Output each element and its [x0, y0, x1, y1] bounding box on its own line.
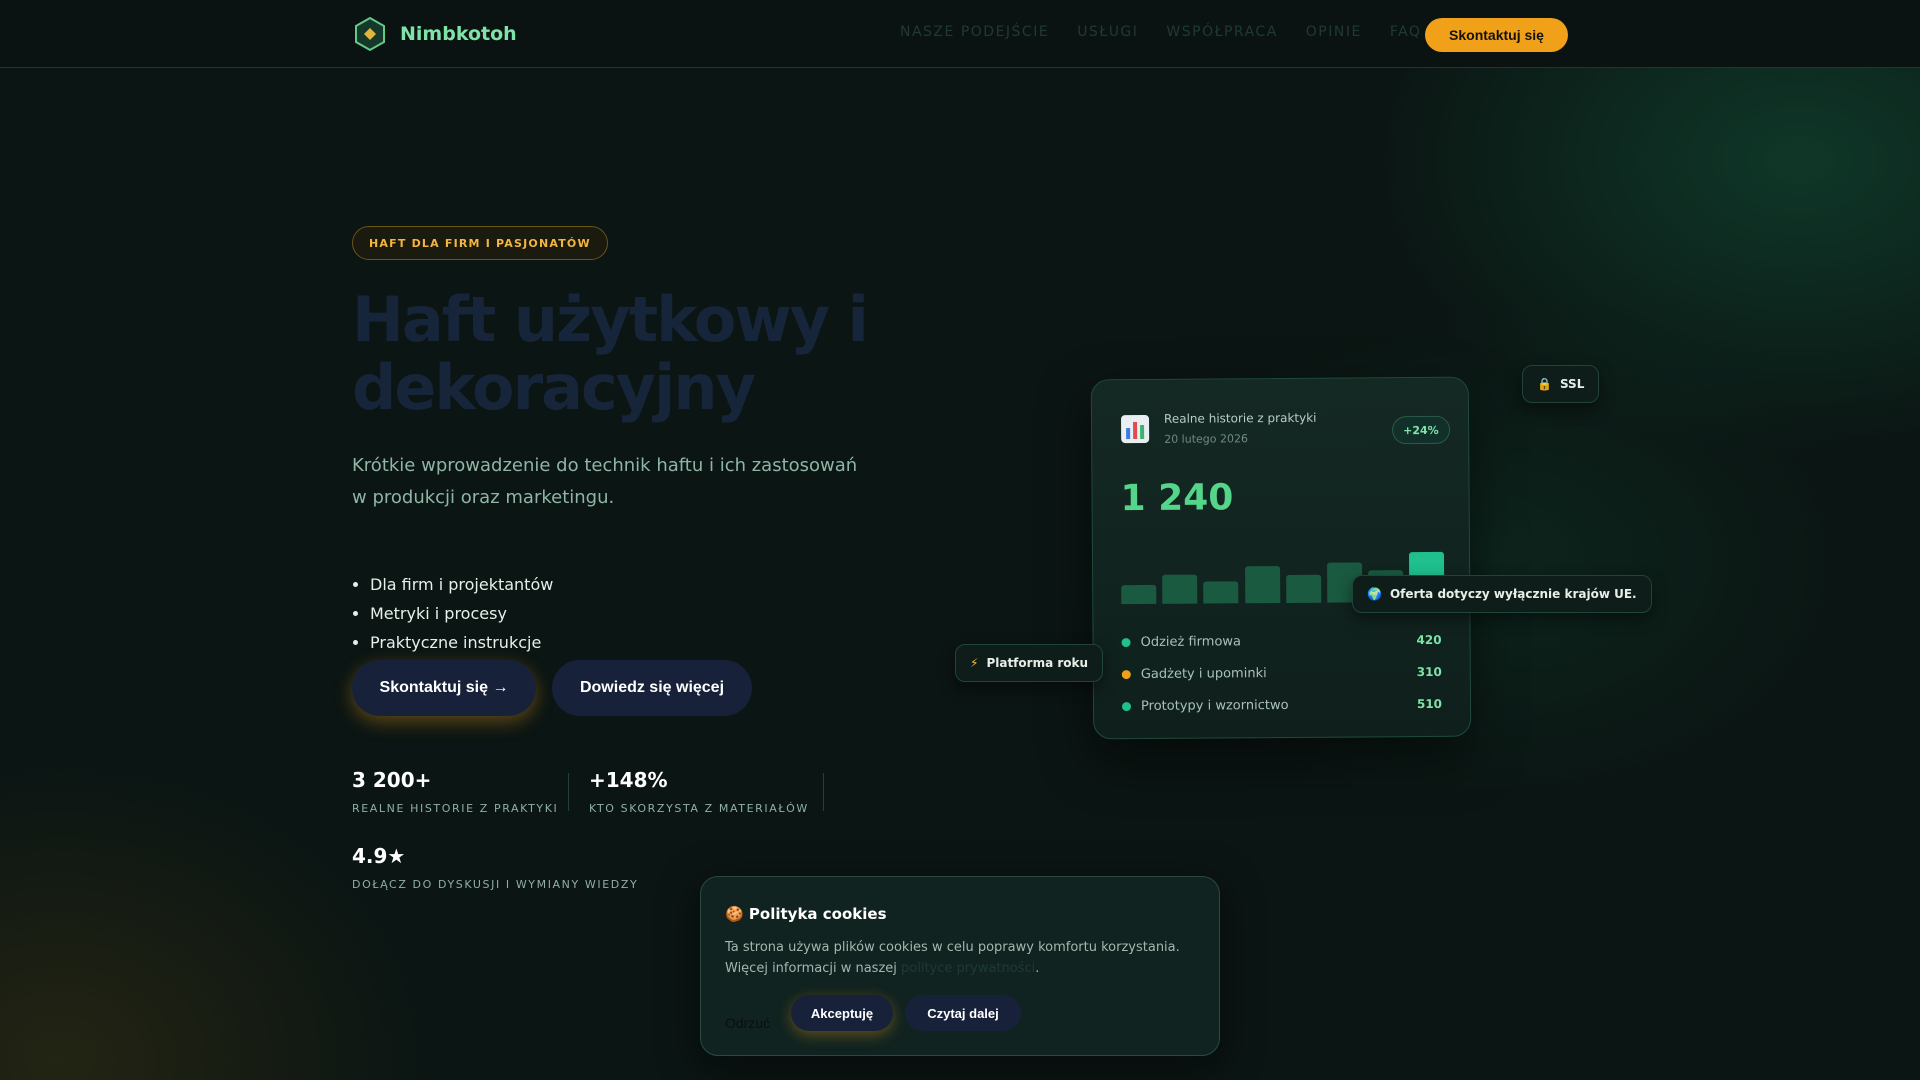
- stat-value: 4.9★: [352, 844, 406, 868]
- hero-contact-button[interactable]: Skontaktuj się →: [352, 660, 536, 716]
- legend-value: 510: [1416, 696, 1443, 712]
- legend-dot: [1121, 701, 1132, 711]
- list-item: Dla firm i projektantów: [370, 570, 553, 599]
- lock-icon: 🔒: [1537, 377, 1552, 391]
- stat-label: REALNE HISTORIE Z PRAKTYKI: [352, 802, 559, 815]
- nav-link-faq[interactable]: FAQ: [1390, 24, 1422, 40]
- brand-name: Nimbkotoh: [400, 23, 517, 45]
- cookie-icon: 🍪: [725, 905, 744, 923]
- stat-divider: [823, 773, 824, 811]
- ssl-chip: 🔒 SSL: [1522, 365, 1600, 403]
- hero-badge: HAFT DLA FIRM I PASJONATÓW: [352, 226, 608, 260]
- chip-label: Oferta dotyczy wyłącznie krajów UE.: [1389, 587, 1637, 601]
- logo[interactable]: Nimbkotoh: [352, 16, 517, 52]
- cookie-banner: 🍪 Polityka cookies Ta strona używa plikó…: [700, 876, 1220, 1056]
- chart-bar: [1121, 584, 1157, 605]
- legend-dot: [1121, 637, 1131, 647]
- legend-dot: [1121, 669, 1131, 679]
- hero-learn-more-button[interactable]: Dowiedz się więcej: [552, 660, 752, 716]
- legend-row: Prototypy i wzornictwo 510: [1121, 694, 1443, 716]
- stat-divider: [568, 773, 569, 811]
- cookie-title-text: Polityka cookies: [748, 905, 887, 923]
- nav-links: NASZE PODEJŚCIE USŁUGI WSPÓŁPRACA OPINIE…: [900, 24, 1421, 40]
- nav-link-services[interactable]: USŁUGI: [1077, 24, 1138, 40]
- legend-value: 420: [1416, 632, 1442, 648]
- stat-label: KTO SKORZYSTA Z MATERIAŁÓW: [589, 802, 809, 815]
- nav-contact-button[interactable]: Skontaktuj się: [1425, 18, 1568, 52]
- cookie-body-end: .: [1035, 961, 1040, 976]
- stat-rating: 4.9★ DOŁĄCZ DO DYSKUSJI I WYMIANY WIEDZY: [352, 844, 638, 891]
- list-item: Praktyczne instrukcje: [370, 628, 553, 657]
- hero-subtitle: Krótkie wprowadzenie do technik haftu i …: [352, 455, 858, 508]
- cookie-title: 🍪 Polityka cookies: [725, 905, 887, 923]
- chart-bar: [1285, 574, 1322, 603]
- stat-label: DOŁĄCZ DO DYSKUSJI I WYMIANY WIEDZY: [352, 878, 639, 891]
- list-item: Metryki i procesy: [370, 599, 553, 628]
- change-badge: +24%: [1392, 415, 1450, 445]
- legend-value: 310: [1416, 664, 1442, 680]
- lightning-icon: ⚡: [970, 656, 979, 670]
- legend-row: Odzież firmowa 420: [1121, 630, 1442, 652]
- eu-chip: 🌍 Oferta dotyczy wyłącznie krajów UE.: [1352, 575, 1652, 613]
- chart-bar: [1244, 566, 1280, 604]
- top-navigation: Nimbkotoh NASZE PODEJŚCIE USŁUGI WSPÓŁPR…: [0, 0, 1920, 68]
- stat-stories: 3 200+ REALNE HISTORIE Z PRAKTYKI: [352, 768, 558, 815]
- dashboard-card: Realne historie z praktyki 20 lutego 202…: [1090, 376, 1472, 740]
- legend-row: Gadżety i upominki 310: [1121, 662, 1442, 684]
- legend-label: Gadżety i upominki: [1140, 665, 1267, 682]
- chip-label: Platforma roku: [986, 656, 1089, 670]
- privacy-policy-link[interactable]: polityce prywatności: [901, 961, 1035, 976]
- cookie-reject-button[interactable]: Odrzuć: [725, 1005, 770, 1041]
- cookie-read-more-button[interactable]: Czytaj dalej: [905, 995, 1021, 1031]
- chart-bar: [1162, 574, 1198, 604]
- platform-chip: ⚡ Platforma roku: [955, 644, 1104, 682]
- hero-title: Haft użytkowy i dekoracyjny: [352, 283, 869, 424]
- stat-value: +148%: [589, 768, 668, 792]
- nav-link-reviews[interactable]: OPINIE: [1306, 24, 1362, 40]
- stat-value: 3 200+: [352, 768, 432, 792]
- nav-link-cooperation[interactable]: WSPÓŁPRACA: [1166, 24, 1277, 40]
- chip-label: SSL: [1559, 377, 1585, 391]
- chart-bar: [1203, 581, 1239, 604]
- card-date: 20 lutego 2026: [1164, 432, 1249, 446]
- card-main-value: 1 240: [1120, 477, 1234, 520]
- stat-growth: +148% KTO SKORZYSTA Z MATERIAŁÓW: [589, 768, 809, 815]
- legend-label: Odzież firmowa: [1140, 633, 1242, 650]
- bar-chart-icon: [1120, 414, 1150, 444]
- hexagon-logo-icon: [352, 16, 388, 52]
- globe-icon: 🌍: [1367, 587, 1382, 601]
- card-title: Realne historie z praktyki: [1163, 410, 1317, 426]
- cookie-accept-button[interactable]: Akceptuję: [791, 995, 893, 1031]
- legend-label: Prototypy i wzornictwo: [1140, 697, 1289, 714]
- nav-link-approach[interactable]: NASZE PODEJŚCIE: [900, 24, 1049, 40]
- hero-bullet-list: Dla firm i projektantów Metryki i proces…: [370, 570, 553, 657]
- cookie-text: Ta strona używa plików cookies w celu po…: [725, 937, 1205, 979]
